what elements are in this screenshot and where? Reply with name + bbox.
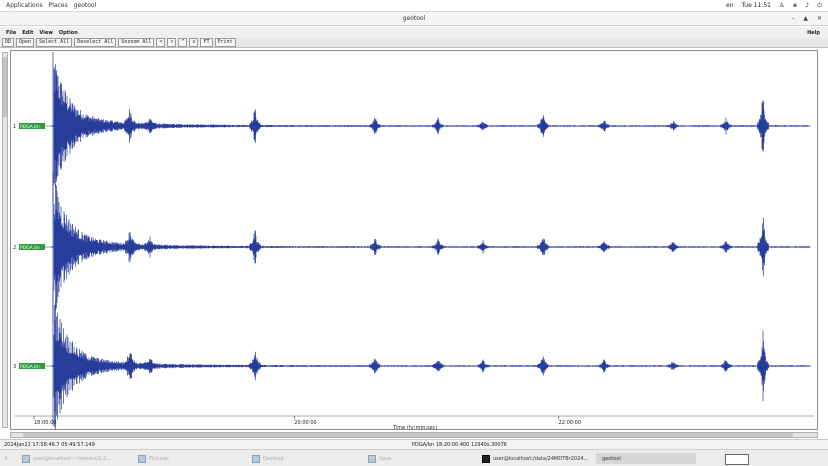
window-title: geotool (402, 15, 426, 22)
taskbar-item-geotool[interactable]: geotool (596, 453, 696, 464)
menu-option[interactable]: Option (59, 30, 78, 36)
menu-file[interactable]: File (6, 30, 16, 36)
terminal-icon (482, 454, 490, 463)
taskbar-item-save[interactable]: Save (368, 453, 391, 464)
cursor-time-readout: 2024Jan22 17:58:46.7 05:49:57.149 (4, 442, 95, 448)
close-icon[interactable]: ✕ (817, 15, 822, 22)
open-button[interactable]: Open (16, 38, 35, 47)
print-button[interactable]: Print (214, 38, 236, 47)
folder-icon (138, 454, 146, 463)
deselect-all-button[interactable]: Deselect All (74, 38, 117, 47)
minimize-icon[interactable]: – (791, 15, 794, 22)
terminal-icon (22, 454, 30, 463)
workspace-switcher[interactable] (725, 454, 749, 465)
language-indicator[interactable]: en (726, 2, 734, 9)
ft-button[interactable]: FT (200, 38, 213, 47)
window-title-bar[interactable]: geotool – ▲ ✕ (0, 12, 828, 26)
toolbar: DD Open Select All Deselect All Unzoom A… (0, 38, 828, 48)
folder-icon (368, 454, 376, 463)
axis-tick-label: 18:00:00 (34, 420, 56, 426)
axis-tick-label: 22:00:00 (559, 420, 581, 426)
seismic-waveform[interactable] (51, 52, 811, 202)
menu-help[interactable]: Help (807, 30, 820, 36)
scroll-up-button[interactable]: ^ (178, 38, 188, 47)
active-app-name[interactable]: geotool (74, 2, 97, 9)
maximize-icon[interactable]: ▲ (803, 15, 808, 22)
menu-edit[interactable]: Edit (22, 30, 33, 36)
vertical-scroll-thumb[interactable] (3, 57, 7, 117)
applications-menu[interactable]: Applications (6, 2, 43, 9)
unzoom-all-button[interactable]: Unzoom All (118, 38, 155, 47)
station-label[interactable]: PDGA.bn (20, 245, 40, 251)
menu-bar: File Edit View Option Help (0, 27, 828, 38)
axis-label: Time (hr:mm:sec) (392, 425, 437, 430)
taskbar: ↯ user@localhost:~/seismo/1.2... Picture… (0, 449, 828, 466)
taskbar-item-terminal-1[interactable]: user@localhost:~/seismo/1.2... (22, 453, 111, 464)
seismic-waveform[interactable] (51, 290, 811, 430)
horizontal-scroll-thumb[interactable] (23, 433, 793, 437)
taskbar-item-pictures[interactable]: Pictures (138, 453, 169, 464)
station-label[interactable]: PDGA.bn (20, 364, 40, 370)
power-icon[interactable]: ⏻ (817, 2, 822, 10)
menu-view[interactable]: View (39, 30, 53, 36)
status-bar: 2024Jan22 17:58:46.7 05:49:57.149 PDGA/b… (0, 439, 828, 449)
scroll-down-button[interactable]: v (189, 38, 199, 47)
trace-index: 2 (13, 245, 16, 251)
horizontal-scrollbar[interactable] (10, 432, 818, 438)
taskbar-label: user@localhost:~/seismo/1.2... (33, 455, 111, 462)
taskbar-item-desktop[interactable]: Desktop (252, 453, 284, 464)
trace-index: 3 (13, 364, 16, 370)
scroll-right-button[interactable]: > (167, 38, 177, 47)
scroll-left-button[interactable]: < (156, 38, 166, 47)
network-icon[interactable]: ⋇ (792, 2, 797, 9)
vertical-scrollbar[interactable] (2, 52, 8, 428)
taskbar-label: user@localhost:/data/24MDTBr2024... (493, 455, 589, 462)
taskbar-label: Desktop (263, 455, 284, 462)
axis-tick-label: 20:00:00 (294, 420, 316, 426)
taskbar-label: Save (379, 455, 392, 462)
show-desktop-icon[interactable]: ↯ (4, 453, 8, 464)
station-label[interactable]: PDGA.bn (20, 124, 40, 130)
accessibility-icon[interactable]: ♙ (779, 2, 784, 9)
taskbar-label: geotool (602, 455, 621, 462)
trace-index: 1 (13, 124, 16, 130)
folder-icon (252, 454, 260, 463)
places-menu[interactable]: Places (49, 2, 68, 9)
dd-button[interactable]: DD (2, 38, 15, 47)
system-top-bar: Applications Places geotool en Tue 11:51… (0, 0, 828, 12)
volume-icon[interactable]: ♪ (805, 2, 809, 9)
clock[interactable]: Tue 11:51 (742, 2, 771, 9)
selected-trace-readout: PDGA/bn 18:20:00.400 12940s.30076 (412, 442, 507, 448)
waveform-plot[interactable]: 1 PDGA.bn 2 PDGA.bn 3 PDGA.bn 18:00:00 20:00:00… (10, 50, 818, 430)
seismic-waveform[interactable] (51, 171, 811, 323)
taskbar-label: Pictures (149, 455, 169, 462)
taskbar-item-terminal-2[interactable]: user@localhost:/data/24MDTBr2024... (482, 453, 588, 464)
select-all-button[interactable]: Select All (36, 38, 73, 47)
